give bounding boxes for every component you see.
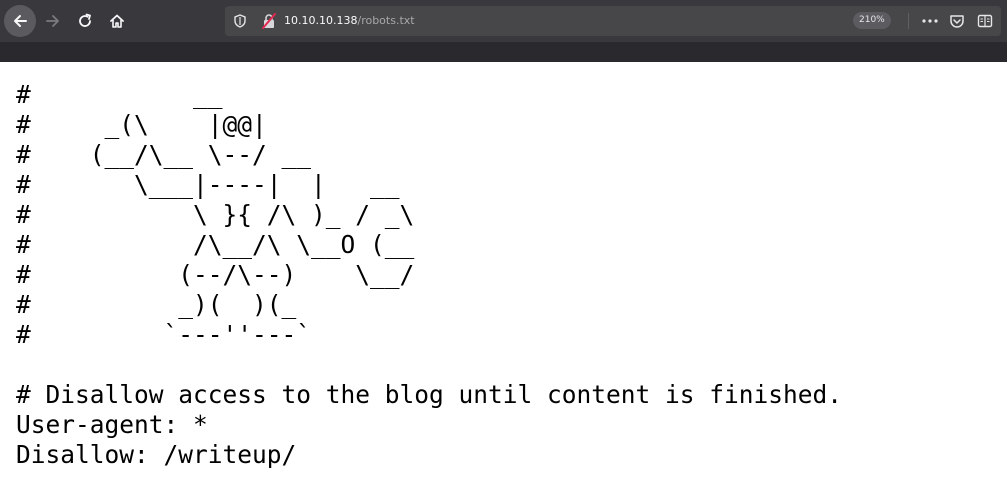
- home-icon: [110, 14, 124, 28]
- ascii-art-line: # (--/\--) \__/: [16, 260, 415, 289]
- comment-line: # Disallow access to the blog until cont…: [16, 380, 843, 409]
- robots-txt-content: # __ # _(\ |@@| # (__/\__ \--/ __ # \___…: [16, 80, 842, 470]
- ascii-art-line: # _)( )(_: [16, 290, 297, 319]
- more-dots-icon[interactable]: [921, 12, 939, 30]
- ascii-art-line: # _(\ |@@|: [16, 110, 267, 139]
- ascii-art-line: # `---''---`: [16, 320, 312, 349]
- toolbar-bottom-strip: [0, 42, 1007, 62]
- forward-button[interactable]: [38, 6, 68, 36]
- url-path: /robots.txt: [357, 14, 415, 27]
- ascii-art-line: # (__/\__ \--/ __: [16, 140, 312, 169]
- url-host: 10.10.10.138: [284, 14, 358, 27]
- separator-icon: [901, 12, 917, 30]
- url-bar[interactable]: 10.10.10.138/robots.txt 210%: [225, 6, 1001, 36]
- back-button[interactable]: [4, 5, 36, 37]
- user-agent-line: User-agent: *: [16, 410, 208, 439]
- disallow-line: Disallow: /writeup/: [16, 440, 297, 469]
- insecure-lock-icon[interactable]: [261, 12, 277, 30]
- shield-icon[interactable]: [233, 13, 247, 29]
- ascii-art-line: # \ }{ /\ )_ / _\: [16, 200, 415, 229]
- ascii-art-line: # __: [16, 80, 223, 109]
- home-button[interactable]: [102, 6, 132, 36]
- arrow-left-icon: [14, 15, 27, 27]
- ascii-art-line: # \___|----| | __: [16, 170, 400, 199]
- arrow-right-icon: [46, 15, 59, 27]
- browser-toolbar: 10.10.10.138/robots.txt 210%: [0, 0, 1007, 42]
- zoom-level-badge[interactable]: 210%: [853, 12, 891, 29]
- url-text[interactable]: 10.10.10.138/robots.txt: [284, 13, 415, 29]
- pocket-icon[interactable]: [948, 11, 966, 31]
- reader-view-icon[interactable]: [975, 11, 995, 31]
- ascii-art-line: # /\__/\ \__O (__: [16, 230, 415, 259]
- reload-button[interactable]: [70, 6, 100, 36]
- reload-icon: [79, 13, 91, 27]
